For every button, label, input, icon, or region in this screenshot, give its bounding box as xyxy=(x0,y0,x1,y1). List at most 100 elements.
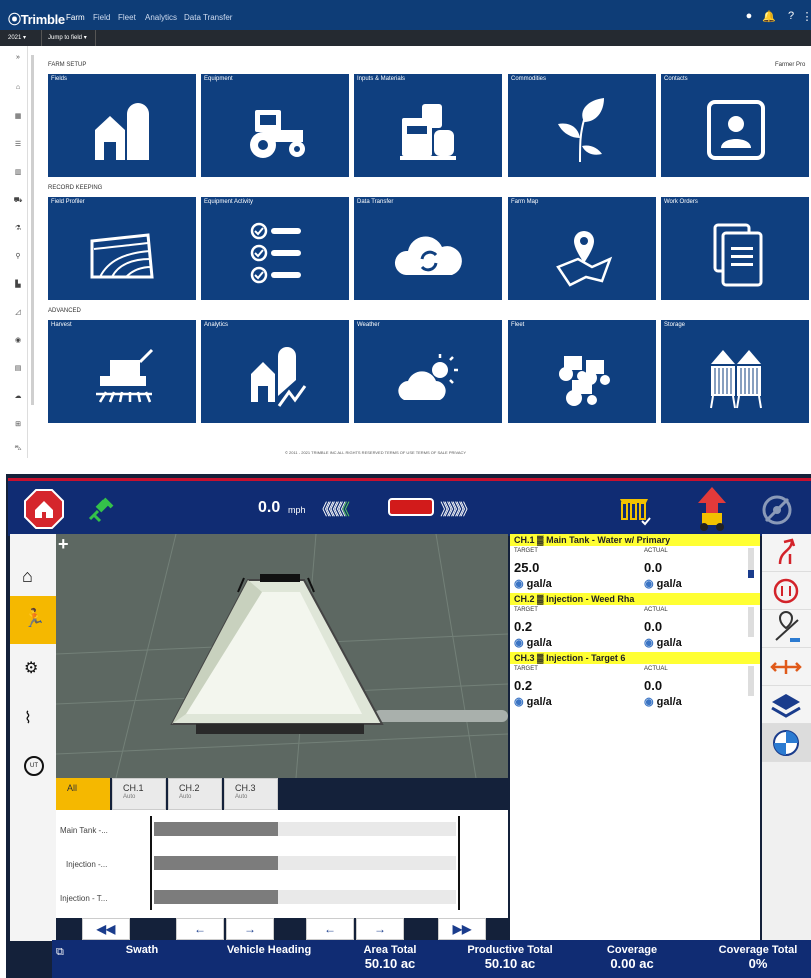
farmer-pro-label: Farmer Pro xyxy=(775,62,806,68)
actual-value: 0.0 xyxy=(644,678,663,693)
year-select[interactable]: 2021 ▾ xyxy=(4,30,42,46)
implement-render xyxy=(55,533,509,779)
nav-fleet[interactable]: Fleet xyxy=(118,13,136,22)
tile-contacts[interactable]: Contacts xyxy=(661,74,809,177)
coverage-button[interactable] xyxy=(762,724,811,762)
fleet-icon[interactable]: ⛍ xyxy=(8,444,28,453)
sections-bar-3[interactable] xyxy=(154,890,456,904)
3d-implement-view[interactable]: + xyxy=(55,533,509,779)
chart-icon[interactable]: ◿ xyxy=(8,308,28,316)
barn-silo-icon xyxy=(95,103,149,160)
tab-ch3[interactable]: CH.3 Auto xyxy=(224,778,278,810)
sections-bar-1[interactable] xyxy=(154,822,456,836)
mark-point-button[interactable] xyxy=(762,610,811,648)
nav-data-transfer[interactable]: Data Transfer xyxy=(184,13,232,22)
tab-ch1[interactable]: CH.1 Auto xyxy=(112,778,166,810)
stat-productive-total: Productive Total 50.10 ac xyxy=(460,944,560,971)
drop-icon[interactable]: ⚗ xyxy=(8,224,28,232)
sections-bar-2[interactable] xyxy=(154,856,456,870)
tab-ch2[interactable]: CH.2 Auto xyxy=(168,778,222,810)
vehicle-heading-icon[interactable] xyxy=(692,485,732,533)
zoom-in-icon[interactable]: + xyxy=(58,534,69,555)
shift-left-button[interactable]: ← xyxy=(176,918,224,940)
tile-equipment[interactable]: Equipment xyxy=(201,74,349,177)
tab-label: All xyxy=(67,783,78,793)
diagnostics-icon[interactable]: ⌇ xyxy=(24,708,32,728)
ut-icon[interactable]: UT xyxy=(24,756,44,776)
user-icon[interactable]: ● xyxy=(742,10,756,22)
list-icon[interactable]: ☰ xyxy=(8,140,28,148)
jump-right-button[interactable]: ▶▶ xyxy=(438,918,486,940)
tile-weather[interactable]: Weather xyxy=(354,320,502,423)
contact-icon[interactable]: ◉ xyxy=(8,336,28,344)
actual-label: ACTUAL xyxy=(644,548,668,554)
grid-icon[interactable]: ⋮ xyxy=(800,10,811,23)
document-icon[interactable]: ▤ xyxy=(8,364,28,372)
jump-left-button[interactable]: ◀◀ xyxy=(82,918,130,940)
offset-right-button[interactable]: → xyxy=(356,918,404,940)
nav-farm[interactable]: Farm xyxy=(66,13,85,22)
tile-farm-map[interactable]: Farm Map xyxy=(508,197,656,300)
unit-text: gal/a xyxy=(526,696,552,708)
stat-coverage-total: Coverage Total 0% xyxy=(708,944,808,971)
target-value[interactable]: 0.2 xyxy=(514,619,532,634)
storage-icon[interactable]: ⊞ xyxy=(8,420,28,428)
documents-icon xyxy=(713,223,763,287)
target-unit: ◉ gal/a xyxy=(514,636,552,649)
turn-button[interactable] xyxy=(762,572,811,610)
tile-fields[interactable]: Fields xyxy=(48,74,196,177)
autosteer-disabled-icon[interactable] xyxy=(760,493,794,527)
implement-status-icon[interactable] xyxy=(616,491,652,527)
tile-harvest[interactable]: Harvest xyxy=(48,320,196,423)
tile-data-transfer[interactable]: Data Transfer xyxy=(354,197,502,300)
stat-value: 0% xyxy=(748,956,768,971)
trimble-logo[interactable]: ⦿Trimble xyxy=(8,9,65,28)
pin-icon[interactable]: ⚲ xyxy=(8,252,28,260)
bell-icon[interactable]: 🔔 xyxy=(762,10,776,23)
shift-right-button[interactable]: → xyxy=(226,918,274,940)
tile-fleet[interactable]: Fleet xyxy=(508,320,656,423)
help-icon[interactable]: ? xyxy=(784,10,798,22)
tank-level-bar xyxy=(748,666,754,696)
target-value[interactable]: 25.0 xyxy=(514,560,539,575)
tile-equipment-activity[interactable]: Equipment Activity xyxy=(201,197,349,300)
tile-inputs-materials[interactable]: Inputs & Materials xyxy=(354,74,502,177)
offset-left-button[interactable]: ← xyxy=(306,918,354,940)
silo-icon[interactable]: ▥ xyxy=(8,168,28,176)
tile-work-orders[interactable]: Work Orders xyxy=(661,197,809,300)
target-value[interactable]: 0.2 xyxy=(514,678,532,693)
layers-button[interactable] xyxy=(762,686,811,724)
channel-header[interactable]: CH.2 ▓ Injection - Weed Rha xyxy=(510,593,760,605)
field-settings-icon[interactable]: ⚙ xyxy=(24,658,38,678)
weather-icon[interactable]: ☁ xyxy=(8,392,28,400)
u-turn-icon xyxy=(773,578,799,604)
satellite-icon[interactable] xyxy=(86,495,116,523)
expand-icon[interactable]: » xyxy=(8,54,28,61)
tile-commodities[interactable]: Commodities xyxy=(508,74,656,177)
nav-field[interactable]: Field xyxy=(93,13,110,22)
nudge-button[interactable] xyxy=(762,648,811,686)
fields-icon[interactable]: ▦ xyxy=(8,112,28,120)
tractor-icon[interactable]: ⛟ xyxy=(8,196,28,205)
channel-header[interactable]: CH.1 ▓ Main Tank - Water w/ Primary xyxy=(510,534,760,546)
run-mode-button[interactable]: 🏃 xyxy=(10,596,56,644)
vertical-scrollbar[interactable] xyxy=(31,55,34,405)
section-advanced: ADVANCED xyxy=(48,308,81,314)
jump-to-field-select[interactable]: Jump to field ▾ xyxy=(44,30,96,46)
tile-analytics[interactable]: Analytics xyxy=(201,320,349,423)
actual-unit: ◉ gal/a xyxy=(644,577,682,590)
copy-icon[interactable]: ⧉ xyxy=(56,946,64,959)
building-icon[interactable]: ▙ xyxy=(8,280,28,288)
channel-header[interactable]: CH.3 ▓ Injection - Target 6 xyxy=(510,652,760,664)
target-unit: ◉ gal/a xyxy=(514,577,552,590)
tab-all[interactable]: All xyxy=(56,778,110,810)
home-stop-icon[interactable] xyxy=(24,489,64,529)
home-icon[interactable]: ⌂ xyxy=(8,84,28,91)
stat-value: 0.00 ac xyxy=(610,956,654,971)
tile-field-profiler[interactable]: Field Profiler xyxy=(48,197,196,300)
home-icon[interactable]: ⌂ xyxy=(22,566,33,587)
tile-storage[interactable]: Storage xyxy=(661,320,809,423)
stat-label: Vehicle Heading xyxy=(226,944,312,956)
guidance-lines-button[interactable] xyxy=(762,534,811,572)
nav-analytics[interactable]: Analytics xyxy=(145,13,177,22)
